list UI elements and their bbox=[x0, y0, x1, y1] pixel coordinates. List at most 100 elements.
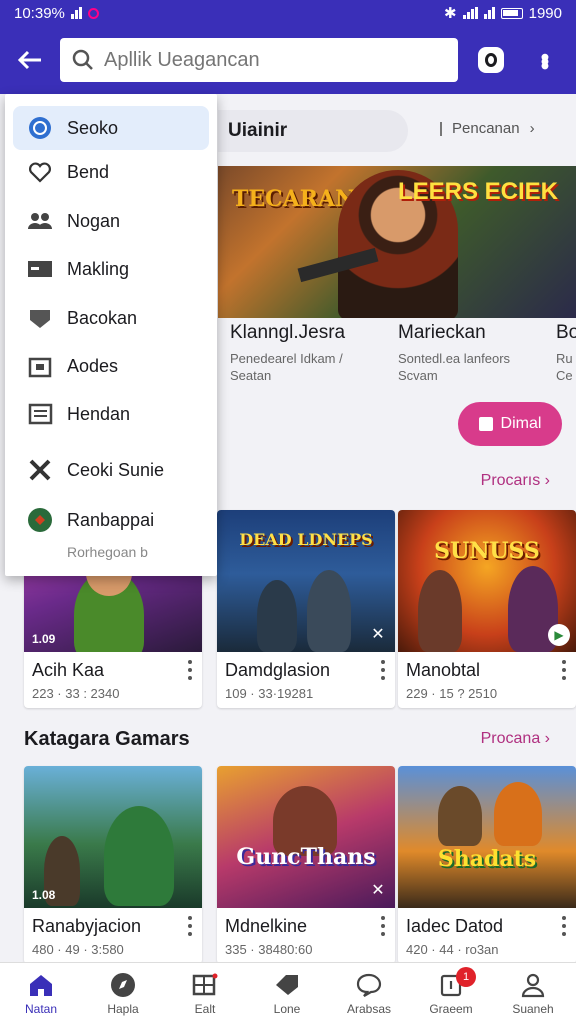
close-icon[interactable]: ✕ bbox=[367, 624, 389, 646]
more-options-button[interactable] bbox=[560, 916, 568, 936]
section-see-all-link[interactable]: Procana › bbox=[481, 730, 550, 748]
menu-item-label: Aodes bbox=[67, 355, 119, 376]
bluetooth-icon: ✱ bbox=[444, 5, 457, 22]
globe-icon bbox=[27, 115, 53, 141]
featured-card-title: Klanngl.Jesra bbox=[230, 322, 346, 343]
game-name: Acih Kaa bbox=[32, 660, 105, 680]
game-art: Shadats bbox=[398, 766, 576, 908]
featured-card-title: Marieckan bbox=[398, 322, 486, 343]
version-badge: 1.09 bbox=[32, 632, 56, 646]
menu-sub-label: Rorhegoan b bbox=[67, 544, 148, 560]
game-name: Damdglasion bbox=[225, 660, 331, 680]
menu-item-bacokan[interactable]: Bacokan bbox=[13, 296, 209, 340]
game-card[interactable]: SUNUSS ▶ Manobtal 229 · 15 ? 2510 bbox=[398, 510, 576, 708]
menu-item-hendan[interactable]: Hendan bbox=[13, 392, 209, 436]
game-meta: 229 · 15 ? 2510 bbox=[406, 686, 498, 701]
profile-button[interactable] bbox=[478, 47, 504, 73]
app-bar: ••• bbox=[0, 26, 576, 94]
game-art-title: Shadats bbox=[437, 846, 537, 872]
nav-item-ealt[interactable]: Ealt bbox=[164, 963, 246, 1024]
tools-icon bbox=[27, 457, 53, 483]
compass-icon bbox=[110, 972, 136, 998]
action-pill-button[interactable]: Dimal bbox=[458, 402, 562, 446]
game-card[interactable]: GuncThans ✕ Mdnelkine 335 · 38480:60 bbox=[217, 766, 395, 964]
soldier-art bbox=[257, 580, 297, 652]
menu-item-makling[interactable]: Makling bbox=[13, 247, 209, 291]
heart-icon bbox=[27, 159, 53, 185]
notification-dot-icon bbox=[87, 7, 99, 19]
section-link-label: Procarıs bbox=[480, 472, 541, 489]
soldier-art bbox=[307, 570, 351, 652]
menu-item-bend[interactable]: Bend bbox=[13, 150, 209, 194]
menu-item-aodes[interactable]: Aodes bbox=[13, 344, 209, 388]
nav-item-lone[interactable]: Lone bbox=[246, 963, 328, 1024]
arrow-left-icon bbox=[17, 50, 41, 70]
game-name: Iadec Datod bbox=[406, 916, 504, 936]
game-meta: 109 · 33·19281 bbox=[225, 686, 314, 701]
menu-item-nogan[interactable]: Nogan bbox=[13, 199, 209, 243]
section-see-all-link[interactable]: Procarıs › bbox=[481, 472, 550, 490]
game-art-title: DEAD LDNEPS bbox=[239, 530, 373, 549]
game-meta: 420 · 44 · ro3an bbox=[406, 942, 499, 957]
gift-icon bbox=[478, 417, 493, 431]
nav-item-suaneh[interactable]: Suaneh bbox=[492, 963, 574, 1024]
bottom-nav: Natan Hapla Ealt Lone Arabsas 1 Graeem S… bbox=[0, 962, 576, 1024]
more-options-button[interactable] bbox=[379, 916, 387, 936]
featured-card[interactable]: Klanngl.Jesra Penedearel Idkam / Seatan bbox=[230, 322, 345, 384]
menu-item-ranbappai[interactable]: Ranbappai bbox=[13, 498, 209, 542]
featured-see-all-link[interactable]: Pencanan › bbox=[440, 120, 535, 137]
banner-title-left: TECARAN bbox=[232, 186, 356, 212]
nav-item-natan[interactable]: Natan bbox=[0, 963, 82, 1024]
action-pill-label: Dimal bbox=[500, 415, 542, 432]
menu-item-label: Hendan bbox=[67, 403, 131, 424]
game-art-title: SUNUSS bbox=[434, 538, 540, 564]
menu-item-label: Nogan bbox=[67, 210, 121, 231]
status-bar: 10:39% ✱ 1990 bbox=[0, 0, 576, 26]
nav-item-graeem[interactable]: 1 Graeem bbox=[410, 963, 492, 1024]
overflow-menu-button[interactable]: ••• bbox=[530, 53, 558, 66]
signal-icon bbox=[70, 7, 82, 19]
newspaper-icon bbox=[27, 401, 53, 427]
game-card[interactable]: 1.08 Ranabyjacion 480 · 49 · 3:580 bbox=[24, 766, 202, 964]
status-time: 10:39% bbox=[14, 4, 65, 22]
game-meta: 223 · 33 : 2340 bbox=[32, 686, 120, 701]
menu-item-label: Makling bbox=[67, 258, 130, 279]
more-options-button[interactable] bbox=[186, 916, 194, 936]
cell-signal-icon bbox=[462, 7, 478, 19]
section-title: Katagara Gamars bbox=[24, 728, 190, 750]
more-options-button[interactable] bbox=[379, 660, 387, 680]
back-button[interactable] bbox=[0, 26, 60, 94]
menu-item-label: Ceoki Sunie bbox=[67, 459, 165, 480]
featured-card[interactable]: Marieckan Sontedl.ea lanfeors Scvam bbox=[398, 322, 510, 384]
people-icon bbox=[27, 208, 53, 234]
featured-card-subtitle: Ru bbox=[556, 351, 573, 366]
nav-item-hapla[interactable]: Hapla bbox=[82, 963, 164, 1024]
nav-label: Lone bbox=[273, 1002, 301, 1016]
menu-item-ceoki-sunie[interactable]: Ceoki Sunie bbox=[13, 448, 209, 492]
chevron-right-icon: › bbox=[544, 730, 550, 747]
menu-item-label: Bacokan bbox=[67, 307, 138, 328]
featured-banner[interactable]: TECARAN LEERS ECIEK bbox=[218, 166, 576, 318]
version-badge: 1.08 bbox=[32, 888, 56, 902]
more-options-button[interactable] bbox=[560, 660, 568, 680]
battery-text: 1990 bbox=[528, 4, 562, 22]
featured-link-label: Pencanan bbox=[452, 120, 520, 137]
featured-card[interactable]: Bo Ru Ce bbox=[556, 322, 576, 384]
featured-card-subtitle: Sontedl.ea lanfeors bbox=[398, 351, 511, 366]
game-art: SUNUSS ▶ bbox=[398, 510, 576, 652]
game-card[interactable]: DEAD LDNEPS ✕ Damdglasion 109 · 33·19281 bbox=[217, 510, 395, 708]
chevron-right-icon: › bbox=[529, 120, 535, 137]
search-input[interactable] bbox=[104, 48, 424, 72]
chat-icon bbox=[356, 972, 382, 998]
section-link-label: Procana bbox=[480, 730, 541, 747]
tag-icon bbox=[274, 972, 300, 998]
search-box[interactable] bbox=[60, 38, 458, 82]
more-options-button[interactable] bbox=[186, 660, 194, 680]
o-icon bbox=[485, 53, 497, 67]
close-icon[interactable]: ✕ bbox=[367, 880, 389, 902]
menu-item-seoko[interactable]: Seoko bbox=[13, 106, 209, 150]
battery-icon bbox=[500, 7, 523, 19]
nav-label: Graeem bbox=[429, 1002, 473, 1016]
nav-item-arabsas[interactable]: Arabsas bbox=[328, 963, 410, 1024]
game-card[interactable]: Shadats Iadec Datod 420 · 44 · ro3an bbox=[398, 766, 576, 964]
